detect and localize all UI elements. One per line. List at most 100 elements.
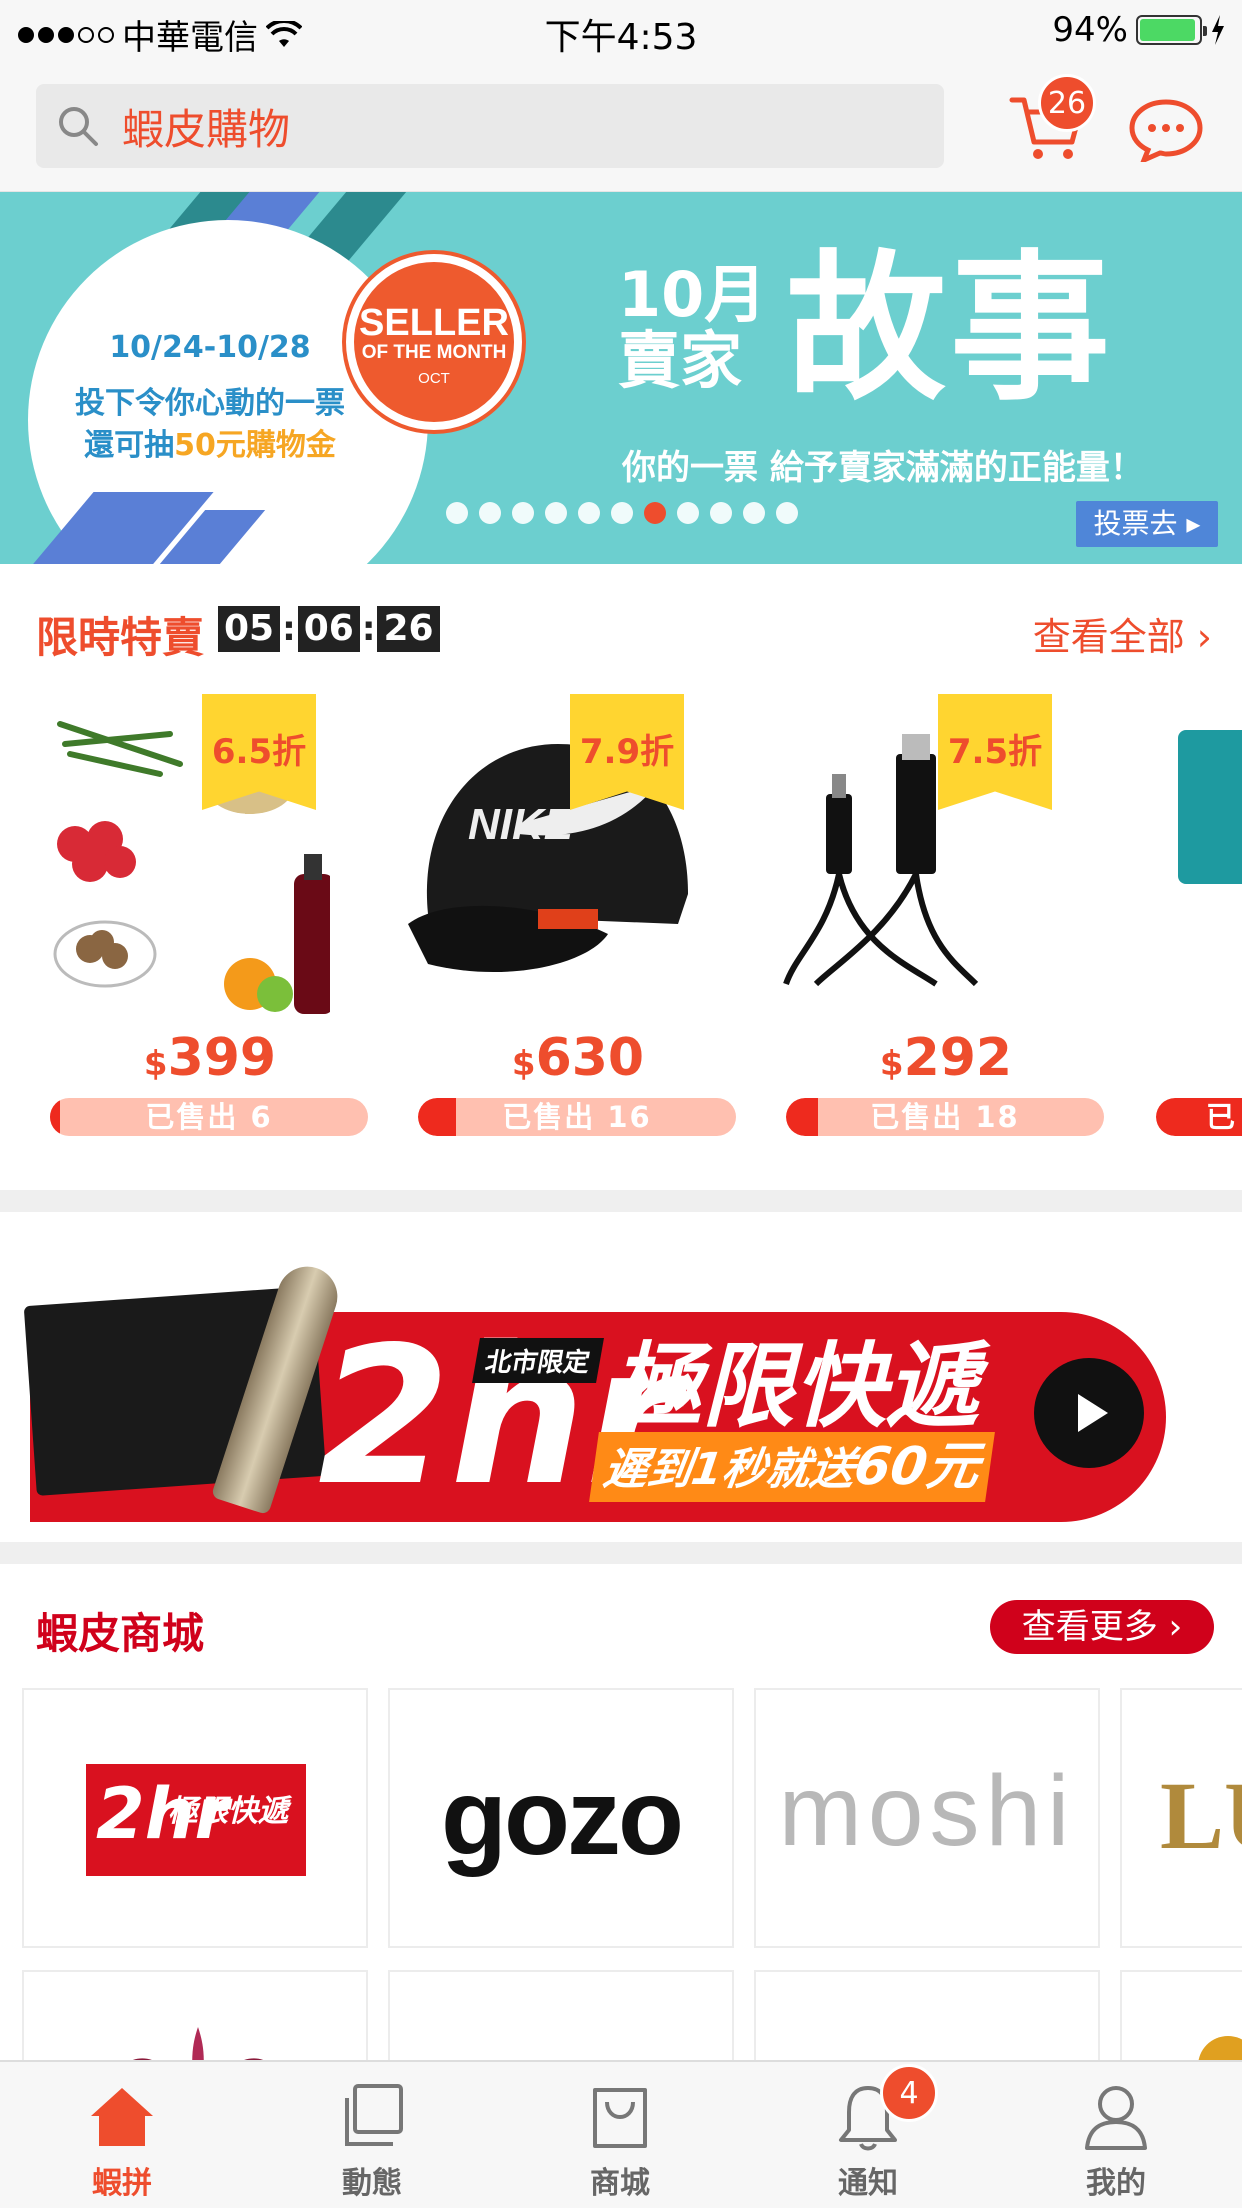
product-card[interactable]: NIKE 7.9折 $630 已售出 16: [368, 688, 736, 1148]
promo-title: 極限快遞: [610, 1333, 979, 1440]
flash-sale-header: 限時特賣 05 : 06 : 26 查看全部 ›: [0, 564, 1242, 682]
battery-percent: 94%: [1052, 10, 1128, 50]
currency-symbol: $: [879, 1044, 904, 1084]
section-divider: [0, 1190, 1242, 1212]
cart-button[interactable]: 26: [1008, 74, 1096, 166]
notification-badge: 4: [880, 2064, 938, 2122]
banner-month-label: 10月: [618, 258, 767, 331]
timer-seconds: 26: [377, 606, 440, 652]
play-icon[interactable]: [1034, 1358, 1144, 1468]
brand-logo-moshi: moshi: [778, 1755, 1076, 1867]
section-divider: [0, 1542, 1242, 1564]
brand-tile[interactable]: gozo: [388, 1688, 734, 1948]
brand-logo-2hr: 2hr 極限快遞: [86, 1764, 306, 1876]
svg-text:NIKE: NIKE: [468, 800, 575, 849]
sold-progress: 已售出 18: [786, 1098, 1104, 1136]
mall-header: 蝦皮商城 查看更多 ›: [0, 1564, 1242, 1686]
pager-dot[interactable]: [776, 502, 798, 524]
tab-label: 通知: [838, 2166, 898, 2201]
brand-tile[interactable]: 2hr 極限快遞: [22, 1688, 368, 1948]
banner-tagline: 你的一票 給予賣家滿滿的正能量！: [622, 448, 1144, 488]
sold-count: 已售出 6: [145, 1100, 273, 1134]
battery-info: 94%: [1052, 10, 1226, 50]
sold-count: 已: [1206, 1100, 1238, 1134]
pager-dot[interactable]: [578, 502, 600, 524]
search-input[interactable]: 蝦皮購物: [122, 96, 290, 157]
timer-minutes: 06: [297, 606, 360, 652]
mall-brand-grid[interactable]: 2hr 極限快遞 gozo moshi LU: [0, 1686, 1242, 2060]
badge-line-1: SELLER: [359, 302, 509, 344]
see-more-label: 查看更多: [1021, 1607, 1158, 1647]
sold-count: 已售出 16: [502, 1100, 652, 1134]
pager-dot[interactable]: [545, 502, 567, 524]
see-more-button[interactable]: 查看更多 ›: [990, 1600, 1214, 1654]
pager-dot[interactable]: [611, 502, 633, 524]
banner-subtitle-1: 投下令你心動的一票: [75, 386, 345, 421]
brand-tile[interactable]: [1120, 1970, 1242, 2060]
sold-progress: 已售出 6: [50, 1098, 368, 1136]
charging-icon: [1212, 15, 1224, 45]
badge-line-3: OCT: [418, 370, 450, 387]
top-header: 蝦皮購物 26: [0, 62, 1242, 192]
pager-dot[interactable]: [743, 502, 765, 524]
promo-subtitle: 遲到1秒就送60元: [589, 1432, 995, 1502]
banner-subtitle-2-highlight: 50元購物金: [174, 428, 336, 463]
price-value: 630: [535, 1028, 645, 1088]
search-icon: [59, 107, 98, 146]
brand-tile[interactable]: [22, 1970, 368, 2060]
express-delivery-banner[interactable]: 2hr 北市限定 極限快遞 遲到1秒就送60元: [0, 1212, 1242, 1542]
chat-icon: [1129, 99, 1203, 165]
product-card[interactable]: 已: [1104, 688, 1242, 1148]
pager-dot[interactable]: [512, 502, 534, 524]
currency-symbol: $: [511, 1044, 536, 1084]
hero-banner-carousel[interactable]: 10/24-10/28 投下令你心動的一票 還可抽50元購物金 SELLER O…: [0, 192, 1242, 564]
pager-dot[interactable]: [710, 502, 732, 524]
brand-tile[interactable]: [754, 1970, 1100, 2060]
timer-hours: 05: [218, 606, 281, 652]
banner-subtitle-2: 還可抽50元購物金: [50, 420, 370, 464]
banner-date-range: 10/24-10/28: [109, 330, 311, 365]
promo-subtitle-prefix: 遲到1秒就送: [600, 1444, 858, 1495]
product-price: $399: [0, 1028, 420, 1088]
tab-mall[interactable]: 商城: [540, 2082, 700, 2206]
tab-notifications[interactable]: 通知 4: [788, 2064, 948, 2206]
brand-tile[interactable]: LU: [1120, 1688, 1242, 1948]
tab-profile[interactable]: 我的: [1036, 2082, 1196, 2206]
tab-home[interactable]: 蝦拼: [42, 2082, 202, 2206]
brand-tile[interactable]: moshi: [754, 1688, 1100, 1948]
countdown-timer: 05 : 06 : 26: [218, 606, 440, 652]
battery-icon: [1136, 15, 1207, 45]
pager-dot[interactable]: [479, 502, 501, 524]
product-card[interactable]: 7.5折 $292 已售出 18: [736, 688, 1104, 1148]
cart-count-badge: 26: [1038, 74, 1096, 132]
product-card[interactable]: 6.5折 $399 已售出 6: [0, 688, 368, 1148]
chevron-right-icon: ›: [1196, 615, 1212, 659]
brand-logo-partial: [1198, 2036, 1242, 2060]
vote-button[interactable]: 投票去 ▸: [1076, 501, 1218, 547]
sold-progress: 已: [1156, 1098, 1242, 1136]
promo-region-tag: 北市限定: [472, 1338, 604, 1383]
search-bar[interactable]: 蝦皮購物: [36, 84, 944, 168]
seller-of-month-badge: SELLER OF THE MONTH OCT: [346, 254, 522, 430]
brand-logo-lu: LU: [1160, 1762, 1242, 1869]
home-icon: [91, 2088, 153, 2146]
mall-bag-icon: [593, 2088, 647, 2148]
carousel-pager[interactable]: [446, 502, 798, 524]
badge-line-2: OF THE MONTH: [361, 342, 507, 363]
product-price: $630: [368, 1028, 788, 1088]
chat-button[interactable]: [1128, 98, 1204, 165]
pager-dot[interactable]: [677, 502, 699, 524]
vote-button-label: 投票去: [1093, 507, 1178, 540]
see-all-link[interactable]: 查看全部 ›: [1033, 606, 1212, 661]
brand-tile[interactable]: [388, 1970, 734, 2060]
tab-label: 我的: [1086, 2166, 1146, 2201]
feed-icon: [345, 2084, 403, 2146]
pager-dot[interactable]: [644, 502, 666, 524]
flash-sale-products[interactable]: 6.5折 $399 已售出 6 NIKE 7.9折 $630 已售出 16 7.…: [0, 682, 1242, 1152]
product-price: $292: [736, 1028, 1156, 1088]
tab-feed[interactable]: 動態: [292, 2082, 452, 2206]
pager-dot[interactable]: [446, 502, 468, 524]
product-image-partial: [1178, 730, 1242, 884]
see-all-label: 查看全部: [1032, 615, 1185, 659]
currency-symbol: $: [143, 1044, 168, 1084]
